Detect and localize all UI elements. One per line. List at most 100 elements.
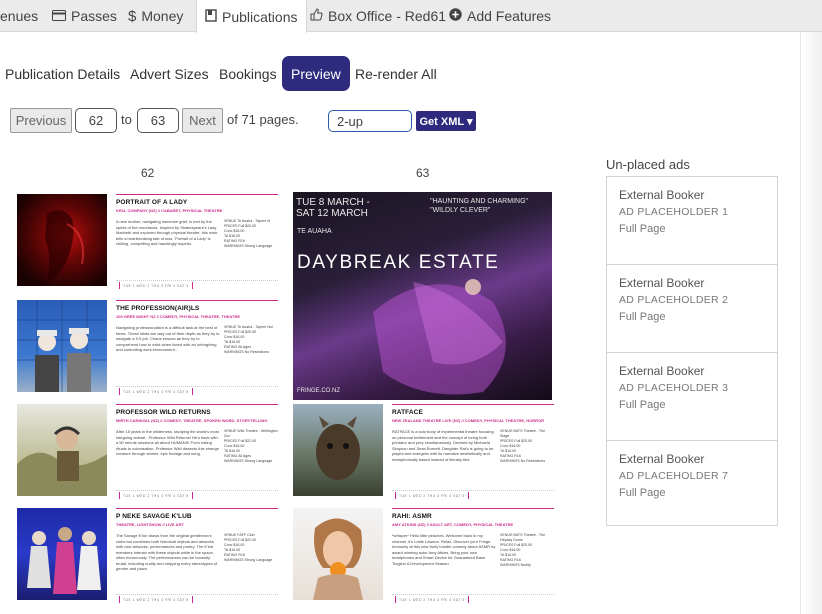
listing-subtitle: 100 GREE MIGHT NZ // COMEDY, PHYSICAL TH… [116, 314, 241, 319]
daybreak-estate-ad[interactable]: TUE 8 MARCH - SAT 12 MARCH "HAUNTING AND… [293, 192, 552, 400]
layout-select[interactable]: 2-up [328, 110, 412, 132]
ad-name: AD PLACEHOLDER 7 [619, 470, 729, 482]
listing-meta: VENUE Te Auaha - Tapere Iti PRICES Full … [224, 219, 273, 248]
listing-subtitle: AMY ATKINS (NZ) // ADULT ART, COMEDY, PH… [392, 522, 514, 527]
listing-dates-text: TUE 1 WED 2 THU 3 FRI 4 SAT 5 [399, 493, 465, 498]
ad-venue: TE AUAHA [297, 228, 332, 235]
right-page-number: 63 [416, 166, 430, 180]
nav-venues[interactable]: enues [0, 0, 38, 32]
listing-image [17, 194, 107, 286]
listing-dates-text: TUE 1 WED 2 THU 3 FRI 4 SAT 5 [123, 283, 189, 288]
listing-p-neke-savage-klub[interactable]: P NEKE SAVAGE K'LUB THEATRE, LIGHTSHOW /… [17, 508, 279, 604]
get-xml-button[interactable]: Get XML ▾ [416, 111, 476, 131]
ad-booker: External Booker [619, 188, 705, 202]
tab-advert-sizes[interactable]: Advert Sizes [130, 56, 209, 91]
nav-passes-label: Passes [71, 8, 117, 24]
listing-dates: TUE 1 WED 2 THU 3 FRI 4 SAT 5 [392, 490, 554, 500]
listing-meta: VENUE FAFF Club PRICES Full $22.00 Conc … [224, 533, 273, 562]
listing-info: PROFESSOR WILD RETURNS MIRTH CARNIVAL (N… [116, 404, 278, 500]
listing-rahi-asmr[interactable]: RAHI: ASMR AMY ATKINS (NZ) // ADULT ART,… [293, 508, 555, 604]
listing-meta: VENUE Te Auaha - Tapere Nui PRICES Full … [224, 325, 273, 354]
nav-box-office-label: Box Office - Red61 [328, 8, 447, 24]
listing-description: A new mother, navigating immense grief, … [116, 219, 218, 246]
ad-url: FRINGE.CO.NZ [297, 388, 340, 394]
listing-subtitle: THEATRE, LIGHTSHOW // LIVE ART [116, 522, 184, 527]
ad-title: DAYBREAK ESTATE [297, 252, 500, 273]
card-icon [52, 9, 66, 24]
nav-add-features-label: Add Features [467, 8, 552, 24]
dollar-icon: $ [128, 7, 137, 25]
tab-re-render-all[interactable]: Re-render All [355, 56, 437, 91]
listing-dates-text: TUE 1 WED 2 THU 3 FRI 4 SAT 5 [123, 597, 189, 602]
nav-publications[interactable]: Publications [196, 0, 307, 33]
top-nav: enues Passes $ Money Publications Box Of… [0, 0, 822, 33]
listing-title: PORTRAIT OF A LADY [116, 199, 188, 206]
nav-add-features[interactable]: Add Features [449, 0, 551, 32]
listing-title: PROFESSOR WILD RETURNS [116, 409, 211, 416]
unplaced-ad-3[interactable]: External Booker AD PLACEHOLDER 3 Full Pa… [607, 353, 777, 441]
listing-professor-wild-returns[interactable]: PROFESSOR WILD RETURNS MIRTH CARNIVAL (N… [17, 404, 279, 500]
unplaced-ad-1[interactable]: External Booker AD PLACEHOLDER 1 Full Pa… [607, 177, 777, 265]
listing-subtitle: KR1L COMPANY (NZ) // CABARET, PHYSICAL T… [116, 208, 223, 213]
nav-passes[interactable]: Passes [52, 0, 117, 32]
nav-venues-label: enues [0, 8, 39, 24]
ad-size: Full Page [619, 399, 666, 411]
tab-preview[interactable]: Preview [282, 56, 350, 91]
listing-description: After 15 years in the wilderness, studyi… [116, 429, 219, 456]
unplaced-ad-7[interactable]: External Booker AD PLACEHOLDER 7 Full Pa… [607, 441, 777, 529]
listing-dates: TUE 1 WED 2 THU 3 FRI 4 SAT 5 [392, 594, 554, 604]
listing-dates-text: TUE 1 WED 2 THU 3 FRI 4 SAT 5 [123, 493, 189, 498]
nav-money-label: Money [141, 8, 184, 24]
ad-quote: "HAUNTING AND CHARMING" "WILDLY CLEVER" [430, 198, 528, 214]
nav-publications-label: Publications [222, 8, 298, 25]
listing-title: RAHI: ASMR [392, 513, 432, 520]
listing-meta: VENUE Wild Theatre - Wellington Zoo PRIC… [224, 429, 278, 463]
listing-image [293, 508, 383, 600]
listing-meta: VENUE BATS Theatre - The Heyday Dome PRI… [500, 533, 546, 567]
ad-booker: External Booker [619, 452, 705, 466]
tab-bookings[interactable]: Bookings [219, 56, 277, 91]
listing-dates: TUE 1 WED 2 THU 3 FRI 4 SAT 5 [116, 386, 278, 396]
listing-meta: VENUE BATS Theatre - The Stage PRICES Fu… [500, 429, 546, 463]
listing-description: *whisper* Hello little peaches. Welcome … [392, 533, 496, 566]
listing-description: RATFACE is a solo body of experimental t… [392, 429, 494, 462]
ad-size: Full Page [619, 311, 666, 323]
listing-dates: TUE 1 WED 2 THU 3 FRI 4 SAT 5 [116, 594, 278, 604]
page-from-input[interactable]: 62 [75, 108, 117, 133]
listing-the-professionairls[interactable]: THE PROFESSION(AIR)LS 100 GREE MIGHT NZ … [17, 300, 279, 396]
ad-size: Full Page [619, 487, 666, 499]
ad-artwork [373, 279, 506, 395]
unplaced-ads-heading: Un-placed ads [606, 157, 690, 172]
listing-info: RAHI: ASMR AMY ATKINS (NZ) // ADULT ART,… [392, 508, 554, 604]
listing-image [293, 404, 383, 496]
ad-booker: External Booker [619, 364, 705, 378]
listing-info: THE PROFESSION(AIR)LS 100 GREE MIGHT NZ … [116, 300, 278, 396]
listing-description: Navigating professionalism is a difficul… [116, 325, 220, 352]
ad-name: AD PLACEHOLDER 1 [619, 206, 729, 218]
thumb-up-icon [310, 8, 323, 24]
listing-title: RATFACE [392, 409, 423, 416]
ad-size: Full Page [619, 223, 666, 235]
next-button[interactable]: Next [182, 108, 223, 133]
tab-publication-details[interactable]: Publication Details [5, 56, 120, 91]
listing-ratface[interactable]: RATFACE NEW ZEALAND THEATRE LIVE (NZ) //… [293, 404, 555, 500]
unplaced-ads-list: External Booker AD PLACEHOLDER 1 Full Pa… [606, 176, 778, 526]
plus-circle-icon [449, 8, 462, 24]
listing-image [17, 300, 107, 392]
listing-subtitle: NEW ZEALAND THEATRE LIVE (NZ) // COMEDY,… [392, 418, 545, 423]
ad-booker: External Booker [619, 276, 705, 290]
unplaced-ad-2[interactable]: External Booker AD PLACEHOLDER 2 Full Pa… [607, 265, 777, 353]
listing-dates-text: TUE 1 WED 2 THU 3 FRI 4 SAT 5 [123, 389, 189, 394]
pager-to-label: to [121, 112, 132, 127]
page-to-input[interactable]: 63 [137, 108, 179, 133]
listing-description: The Savage K'lub draws from the original… [116, 533, 217, 571]
nav-box-office[interactable]: Box Office - Red61 [310, 0, 446, 32]
nav-money[interactable]: $ Money [128, 0, 183, 32]
listing-title: P NEKE SAVAGE K'LUB [116, 513, 192, 520]
listing-dates: TUE 1 WED 2 THU 3 FRI 4 SAT 5 [116, 490, 278, 500]
listing-dates-text: TUE 1 WED 2 THU 3 FRI 4 SAT 5 [399, 597, 465, 602]
listing-portrait-of-a-lady[interactable]: PORTRAIT OF A LADY KR1L COMPANY (NZ) // … [17, 194, 279, 290]
pager-total-text: of 71 pages. [227, 112, 299, 127]
ad-name: AD PLACEHOLDER 2 [619, 294, 729, 306]
previous-button[interactable]: Previous [10, 108, 72, 133]
